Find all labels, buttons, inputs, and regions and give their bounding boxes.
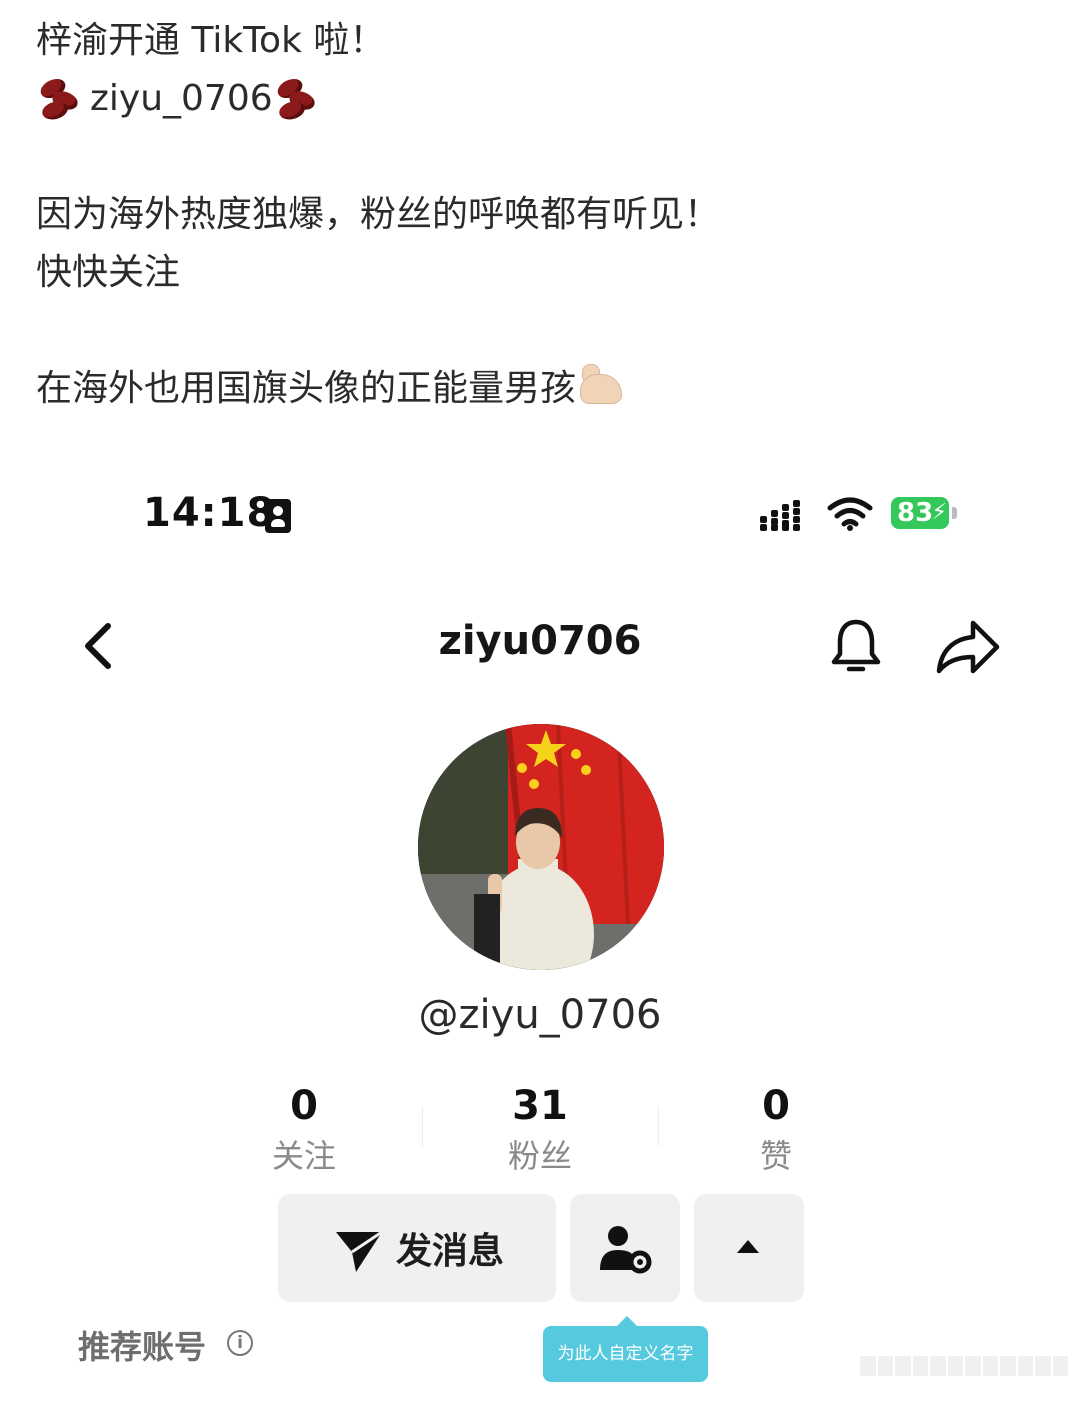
profile-handle: @ziyu_0706 [418,992,662,1038]
share-icon[interactable] [935,617,1001,677]
back-arrow-icon[interactable] [78,620,126,672]
send-icon [336,1230,383,1272]
wifi-icon [827,497,873,531]
stat-likes-value: 0 [762,1083,790,1129]
info-icon[interactable]: i [227,1330,253,1356]
stat-followers[interactable]: 31 粉丝 [440,1080,640,1178]
stat-following-label: 关注 [271,1137,336,1175]
post-username: ziyu_0706 [90,78,273,119]
stat-following[interactable]: 0 关注 [204,1080,404,1178]
recommended-accounts-label: 推荐账号 [78,1328,207,1366]
battery-level: 83 [897,498,934,528]
stat-divider [658,1106,659,1146]
send-message-label: 发消息 [396,1231,505,1272]
send-message-button[interactable]: 发消息 [278,1194,556,1302]
tiktok-profile-screenshot: 14:18 83 ⚡ ziyu0706 @ziyu_0706 0 关注 31 粉… [0,470,1080,1407]
custom-name-tooltip[interactable]: 为此人自定义名字 [543,1316,708,1382]
user-gear-icon [600,1226,652,1274]
charging-bolt-icon: ⚡ [931,500,947,525]
status-time: 14:18 [143,490,276,536]
stat-divider [422,1106,423,1146]
stat-following-value: 0 [290,1083,318,1129]
bean-icon [36,75,90,123]
profile-title: ziyu0706 [438,618,642,664]
id-card-icon [265,499,291,533]
avatar-photo [418,724,664,970]
post-line-2: ziyu_0706 [36,70,1046,128]
user-settings-button[interactable] [570,1194,680,1302]
stat-likes-label: 赞 [759,1137,792,1175]
post-line-4: 快快关注 [36,252,181,293]
stat-followers-label: 粉丝 [507,1137,572,1175]
post-line-5: 在海外也用国旗头像的正能量男孩 [36,360,1046,418]
caret-up-icon [737,1240,759,1253]
stat-followers-value: 31 [512,1083,568,1129]
battery-indicator: 83 ⚡ [891,497,957,529]
post-line-1: 梓渝开通 TikTok 啦！ [36,20,386,61]
more-options-button[interactable] [694,1194,804,1302]
post-line-3: 因为海外热度独爆，粉丝的呼唤都有听见！ [36,194,721,235]
stat-likes[interactable]: 0 赞 [676,1080,876,1178]
post-text: 梓渝开通 TikTok 啦！ ziyu_0706 因为海外热度独爆，粉丝的呼唤都… [36,12,1046,418]
post-line-5-text: 在海外也用国旗头像的正能量男孩 [36,368,577,409]
watermark-bars [860,1356,1068,1376]
bean-icon [273,75,327,123]
avatar[interactable] [418,724,664,970]
flexed-biceps-icon [576,364,623,408]
cellular-signal-icon [760,500,812,531]
bell-icon[interactable] [826,616,886,676]
